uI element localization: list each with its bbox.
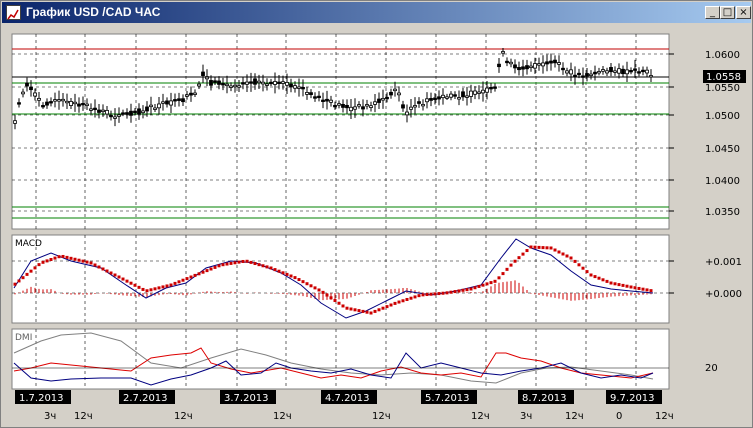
price-panel[interactable]: [11, 33, 670, 230]
close-button[interactable]: ×: [736, 6, 751, 19]
macd-label: MACD: [15, 239, 42, 249]
date-label: 5.7.2013: [425, 393, 470, 404]
dmi-tick: 20: [705, 363, 718, 374]
hour-label: 12ч: [74, 411, 93, 422]
macd-panel[interactable]: [11, 234, 670, 324]
price-tick: 1.0400: [705, 176, 740, 187]
price-tick: 1.0450: [705, 144, 740, 155]
dmi-label: DMI: [15, 333, 32, 343]
price-tick: 1.0550: [705, 83, 740, 94]
date-label: 1.7.2013: [19, 393, 64, 404]
current-price-label: 1.0558: [706, 72, 741, 83]
chart-app-icon: [6, 5, 21, 20]
price-tick: 1.0350: [705, 207, 740, 218]
date-label: 8.7.2013: [522, 393, 567, 404]
date-label: 2.7.2013: [123, 393, 168, 404]
minimize-button[interactable]: _: [705, 6, 720, 19]
hour-label: 12ч: [565, 411, 584, 422]
date-label: 4.7.2013: [325, 393, 370, 404]
title-bar[interactable]: График USD /CAD ЧАС _ □ ×: [2, 2, 751, 23]
time-axis: 1.7.2013 2.7.2013 3.7.2013 4.7.2013 5.7.…: [15, 390, 674, 422]
hour-label: 12ч: [273, 411, 292, 422]
macd-tick: +0.001: [705, 257, 742, 268]
maximize-button[interactable]: □: [720, 6, 735, 19]
hour-label: 0: [616, 411, 622, 422]
date-label: 9.7.2013: [610, 393, 655, 404]
hour-label: 3ч: [44, 411, 56, 422]
hour-label: 12ч: [372, 411, 391, 422]
price-tick: 1.0500: [705, 111, 740, 122]
window-title: График USD /CAD ЧАС: [26, 5, 161, 19]
price-tick: 1.0600: [705, 50, 740, 61]
hour-label: 12ч: [174, 411, 193, 422]
chart-window: График USD /CAD ЧАС _ □ × 1.0600 1.0550 …: [0, 0, 753, 428]
hour-label: 3ч: [520, 411, 532, 422]
chart-area[interactable]: 1.0600 1.0550 1.0500 1.0450 1.0400 1.035…: [1, 23, 752, 427]
date-label: 3.7.2013: [224, 393, 269, 404]
hour-label: 12ч: [471, 411, 490, 422]
hour-label: 12ч: [655, 411, 674, 422]
macd-tick: +0.000: [705, 289, 742, 300]
